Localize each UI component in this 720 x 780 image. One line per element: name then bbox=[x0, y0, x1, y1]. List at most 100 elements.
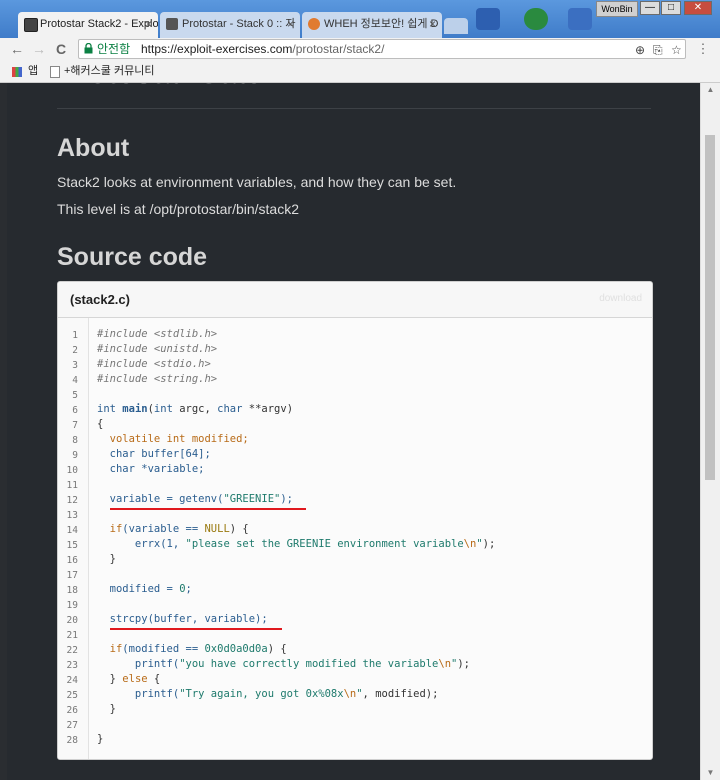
code-line: if(modified == 0x0d0a0d0a) { bbox=[97, 643, 287, 655]
line-number: 7 bbox=[72, 420, 78, 431]
tab-label: Protostar - Stack 0 :: 자 bbox=[182, 18, 296, 30]
code-line: } bbox=[97, 703, 116, 715]
minimize-button[interactable]: — bbox=[640, 1, 660, 15]
tab-strip: Protostar Stack2 - Explo × Protostar - S… bbox=[0, 0, 720, 38]
code-listing: 1 2 3 4 5 6 7 8 9 10 11 12 13 14 15 16 17 18 19 20 21 22 23 24 2… bbox=[58, 318, 652, 759]
line-number: 13 bbox=[66, 510, 78, 521]
code-line: printf("Try again, you got 0x%08x\n", mo… bbox=[97, 688, 439, 700]
code-line: { bbox=[97, 418, 104, 430]
chrome-menu-icon[interactable]: ⋮ bbox=[694, 40, 712, 58]
code-line: if(variable == NULL) { bbox=[97, 523, 249, 535]
code-line: printf("you have correctly modified the … bbox=[97, 658, 471, 670]
tab-label: Protostar Stack2 - Explo bbox=[40, 18, 158, 30]
code-line: } else { bbox=[97, 673, 161, 685]
code-panel: (stack2.c) download 1 2 3 4 5 6 7 8 9 10 11 12 13 14 1… bbox=[57, 281, 653, 760]
line-number: 19 bbox=[66, 600, 78, 611]
blog-favicon-icon bbox=[166, 18, 178, 30]
about-paragraph-1: Stack2 looks at environment variables, a… bbox=[57, 174, 457, 190]
scroll-up-icon[interactable]: ▲ bbox=[701, 83, 720, 97]
translate-icon[interactable]: ⎘ bbox=[653, 41, 663, 59]
line-number: 26 bbox=[66, 705, 78, 716]
address-bar[interactable]: 안전함 https://exploit-exercises.com/protos… bbox=[78, 39, 686, 59]
line-number: 2 bbox=[72, 345, 78, 356]
desktop-window-icon bbox=[568, 8, 592, 30]
about-heading: About bbox=[57, 134, 130, 162]
code-line: modified = 0; bbox=[97, 583, 192, 595]
line-number: 17 bbox=[66, 570, 78, 581]
bookmark-hackerschool[interactable]: +해커스쿨 커뮤니티 bbox=[64, 62, 154, 80]
download-link[interactable]: download bbox=[599, 293, 642, 304]
page-icon bbox=[50, 66, 60, 78]
code-line: #include <unistd.h> bbox=[97, 343, 218, 355]
page-content: Protostar Stack2 About Stack2 looks at e… bbox=[7, 83, 700, 780]
tab-label: WHEH 정보보안! 쉽게 D bbox=[324, 18, 439, 30]
tab-protostar-stack0[interactable]: Protostar - Stack 0 :: 자 × bbox=[160, 12, 300, 38]
bookmarks-bar: 앱 +해커스쿨 커뮤니티 bbox=[0, 62, 720, 83]
url-path: /protostar/stack2/ bbox=[292, 42, 385, 56]
line-number: 25 bbox=[66, 690, 78, 701]
desktop-globe-icon bbox=[524, 8, 548, 30]
line-number-gutter: 1 2 3 4 5 6 7 8 9 10 11 12 13 14 15 16 17 18 19 20 21 22 23 24 2… bbox=[58, 318, 89, 759]
close-window-button[interactable]: ✕ bbox=[684, 1, 712, 15]
code-line: volatile int modified; bbox=[97, 433, 249, 445]
code-line: #include <string.h> bbox=[97, 373, 218, 385]
line-number: 11 bbox=[66, 480, 78, 491]
scroll-down-icon[interactable]: ▼ bbox=[701, 766, 720, 780]
back-button[interactable]: ← bbox=[8, 40, 26, 58]
maximize-button[interactable]: □ bbox=[661, 1, 681, 15]
new-tab-button[interactable] bbox=[444, 18, 468, 34]
annotation-underline-getenv bbox=[110, 508, 306, 510]
forward-button[interactable]: → bbox=[30, 40, 48, 58]
code-line: } bbox=[97, 553, 116, 565]
code-line: #include <stdlib.h> bbox=[97, 328, 218, 340]
code-line-strcpy: strcpy(buffer, variable); bbox=[97, 613, 268, 625]
line-number: 22 bbox=[66, 645, 78, 656]
line-number: 27 bbox=[66, 720, 78, 731]
browser-toolbar: ← → C 안전함 https://exploit-exercises.com/… bbox=[0, 38, 720, 63]
line-number: 4 bbox=[72, 375, 78, 386]
line-number: 20 bbox=[66, 615, 78, 626]
line-number: 24 bbox=[66, 675, 78, 686]
url-host: https://exploit-exercises.com bbox=[141, 42, 293, 56]
page-scrollbar[interactable]: ▲ ▼ bbox=[700, 83, 720, 780]
page-title: Protostar Stack2 bbox=[57, 83, 295, 91]
line-number: 6 bbox=[72, 405, 78, 416]
line-number: 10 bbox=[66, 465, 78, 476]
code-line: int main(int argc, char **argv) bbox=[97, 403, 294, 415]
bookmark-star-icon[interactable]: ☆ bbox=[671, 41, 682, 59]
tab-protostar-stack2[interactable]: Protostar Stack2 - Explo × bbox=[18, 12, 158, 38]
close-tab-icon[interactable]: × bbox=[429, 12, 436, 36]
line-number: 5 bbox=[72, 390, 78, 401]
line-number: 28 bbox=[66, 735, 78, 746]
url-text[interactable]: https://exploit-exercises.com/protostar/… bbox=[141, 40, 384, 58]
reload-button[interactable]: C bbox=[52, 40, 70, 58]
code-line: char *variable; bbox=[97, 463, 205, 475]
line-number: 12 bbox=[66, 495, 78, 506]
scroll-thumb[interactable] bbox=[705, 135, 715, 480]
code-panel-header: (stack2.c) download bbox=[58, 282, 652, 318]
line-number: 8 bbox=[72, 435, 78, 446]
secure-label: 안전함 bbox=[97, 42, 131, 56]
close-tab-icon[interactable]: × bbox=[145, 12, 152, 36]
line-number: 18 bbox=[66, 585, 78, 596]
bookmark-apps[interactable]: 앱 bbox=[28, 62, 38, 80]
line-number: 1 bbox=[72, 330, 78, 341]
exploit-exercises-favicon-icon bbox=[24, 18, 38, 32]
line-number: 15 bbox=[66, 540, 78, 551]
code-file-name: (stack2.c) bbox=[70, 292, 130, 307]
zoom-icon[interactable]: ⊕ bbox=[635, 41, 645, 59]
line-number: 9 bbox=[72, 450, 78, 461]
tab-wheh[interactable]: WHEH 정보보안! 쉽게 D × bbox=[302, 12, 442, 38]
line-number: 14 bbox=[66, 525, 78, 536]
line-number: 23 bbox=[66, 660, 78, 671]
source-code-heading: Source code bbox=[57, 243, 208, 271]
code-line: errx(1, "please set the GREENIE environm… bbox=[97, 538, 496, 550]
close-tab-icon[interactable]: × bbox=[287, 12, 294, 36]
code-line-getenv: variable = getenv("GREENIE"); bbox=[97, 493, 293, 505]
about-paragraph-2: This level is at /opt/protostar/bin/stac… bbox=[57, 201, 299, 217]
code-line: } bbox=[97, 733, 104, 745]
code-line: #include <stdio.h> bbox=[97, 358, 211, 370]
desktop-app-icon bbox=[476, 8, 500, 30]
apps-grid-icon bbox=[12, 67, 22, 77]
lock-icon bbox=[84, 43, 93, 54]
